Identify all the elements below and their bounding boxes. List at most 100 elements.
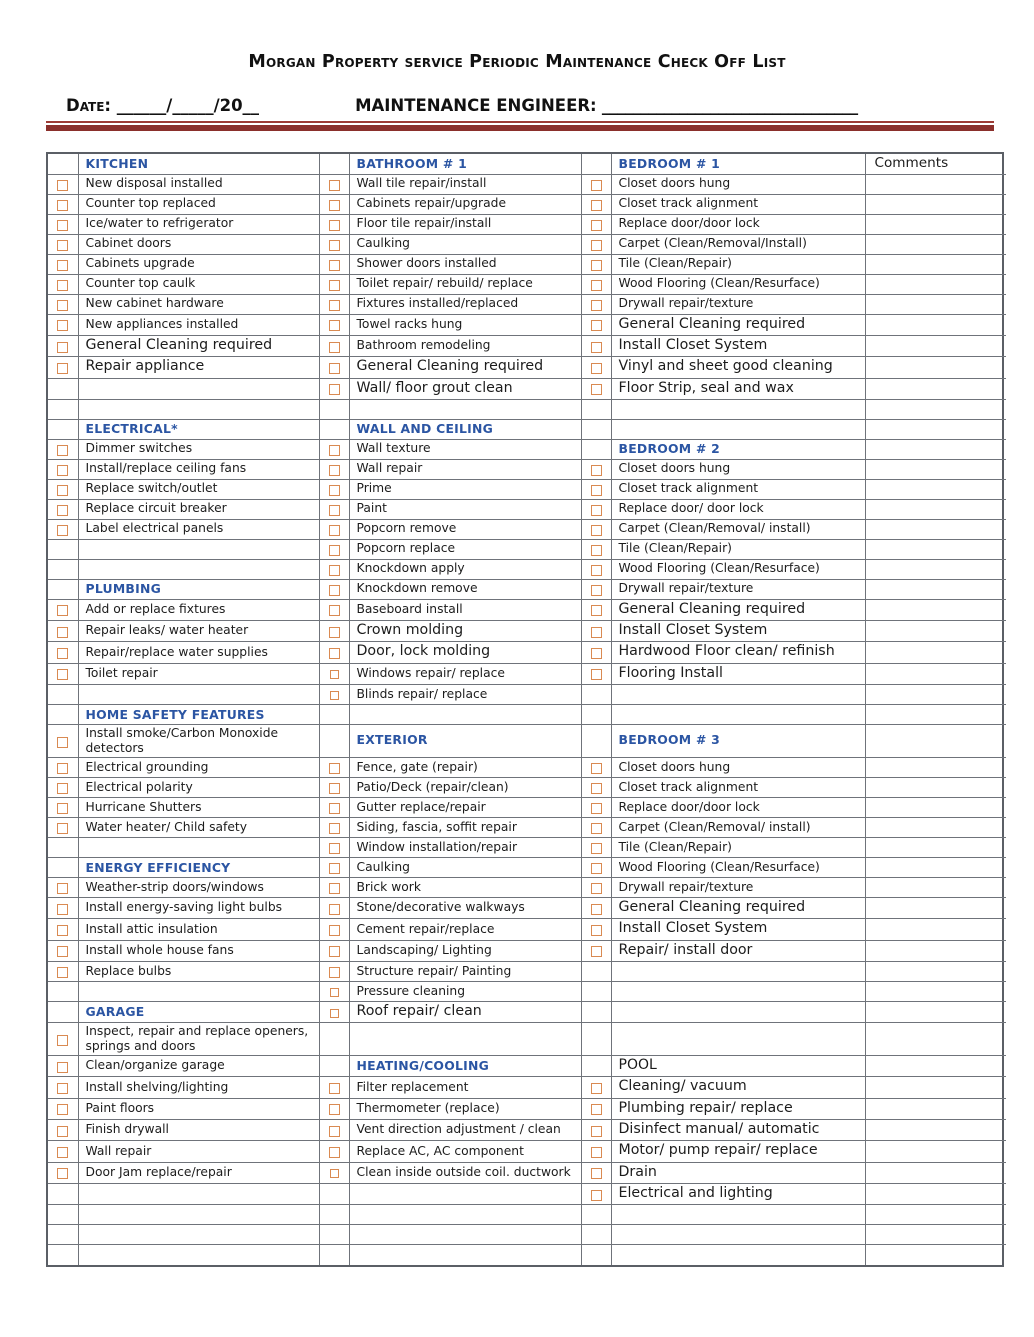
checkbox-cell[interactable] [48, 439, 79, 460]
checkbox-cell[interactable] [581, 897, 612, 920]
checkbox-cell[interactable] [581, 214, 612, 235]
checkbox-cell[interactable] [319, 940, 350, 963]
checkbox-cell[interactable] [319, 234, 350, 255]
comments-cell[interactable] [865, 777, 1006, 799]
checkbox-icon[interactable] [590, 219, 602, 231]
checkbox-icon[interactable] [328, 763, 340, 775]
checkbox-cell[interactable] [581, 641, 612, 664]
comments-cell[interactable] [865, 817, 1006, 839]
comments-cell[interactable] [865, 214, 1006, 235]
checkbox-cell[interactable] [319, 479, 350, 500]
comments-cell[interactable] [865, 335, 1006, 358]
comments-cell[interactable] [865, 918, 1006, 941]
checkbox-icon[interactable] [57, 783, 69, 795]
comments-cell[interactable] [865, 459, 1006, 480]
checkbox-cell[interactable] [48, 777, 79, 799]
checkbox-cell[interactable] [48, 499, 79, 520]
checkbox-icon[interactable] [328, 783, 340, 795]
checkbox-icon[interactable] [57, 883, 69, 895]
checkbox-icon[interactable] [328, 464, 340, 476]
checkbox-cell[interactable] [319, 684, 350, 706]
comments-cell[interactable] [865, 877, 1006, 899]
comments-cell[interactable] [865, 1055, 1006, 1078]
checkbox-icon[interactable] [590, 843, 602, 855]
checkbox-icon[interactable] [57, 179, 69, 191]
comments-cell[interactable] [865, 1022, 1006, 1057]
comments-cell[interactable] [865, 539, 1006, 560]
checkbox-cell[interactable] [48, 1076, 79, 1099]
checkbox-cell[interactable] [319, 1076, 350, 1099]
checkbox-cell[interactable] [319, 294, 350, 315]
comments-cell[interactable] [865, 519, 1006, 540]
checkbox-icon[interactable] [328, 341, 340, 353]
comments-cell[interactable] [865, 837, 1006, 859]
comments-cell[interactable] [865, 1076, 1006, 1099]
checkbox-cell[interactable] [581, 940, 612, 963]
checkbox-cell[interactable] [319, 579, 350, 600]
checkbox-icon[interactable] [328, 843, 340, 855]
checkbox-cell[interactable] [319, 459, 350, 480]
checkbox-cell[interactable] [48, 459, 79, 480]
checkbox-icon[interactable] [590, 544, 602, 556]
checkbox-icon[interactable] [328, 504, 340, 516]
checkbox-icon[interactable] [590, 320, 602, 332]
comments-cell[interactable] [865, 940, 1006, 963]
checkbox-icon[interactable] [328, 564, 340, 576]
checkbox-icon[interactable] [590, 903, 602, 915]
checkbox-icon[interactable] [57, 1034, 69, 1046]
checkbox-icon[interactable] [57, 1061, 69, 1073]
checkbox-cell[interactable] [48, 620, 79, 643]
checkbox-cell[interactable] [319, 877, 350, 899]
comments-cell[interactable] [865, 1140, 1006, 1163]
checkbox-icon[interactable] [590, 199, 602, 211]
comments-cell[interactable] [865, 314, 1006, 336]
checkbox-cell[interactable] [581, 539, 612, 560]
checkbox-cell[interactable] [581, 918, 612, 941]
checkbox-icon[interactable] [328, 259, 340, 271]
checkbox-icon[interactable] [328, 803, 340, 815]
checkbox-cell[interactable] [48, 797, 79, 819]
checkbox-icon[interactable] [328, 484, 340, 496]
comments-cell[interactable] [865, 274, 1006, 295]
checkbox-icon[interactable] [328, 626, 340, 638]
checkbox-cell[interactable] [581, 194, 612, 215]
checkbox-icon[interactable] [328, 1147, 340, 1158]
checkbox-cell[interactable] [581, 254, 612, 275]
checkbox-cell[interactable] [48, 356, 79, 379]
checkbox-cell[interactable] [48, 214, 79, 235]
checkbox-icon[interactable] [590, 279, 602, 291]
checkbox-icon[interactable] [328, 903, 340, 915]
checkbox-icon[interactable] [57, 669, 69, 681]
checkbox-icon[interactable] [590, 1147, 602, 1158]
checkbox-cell[interactable] [48, 1162, 79, 1184]
checkbox-icon[interactable] [57, 1125, 69, 1137]
comments-cell[interactable] [865, 1224, 1006, 1246]
checkbox-cell[interactable] [581, 1098, 612, 1121]
checkbox-cell[interactable] [581, 599, 612, 622]
checkbox-icon[interactable] [328, 524, 340, 536]
comments-cell[interactable] [865, 356, 1006, 379]
checkbox-icon[interactable] [57, 605, 69, 617]
checkbox-cell[interactable] [48, 1140, 79, 1163]
checkbox-cell[interactable] [48, 174, 79, 195]
checkbox-icon[interactable] [57, 444, 69, 456]
checkbox-icon[interactable] [328, 883, 340, 895]
checkbox-cell[interactable] [581, 663, 612, 686]
checkbox-cell[interactable] [581, 1183, 612, 1206]
checkbox-icon[interactable] [590, 1168, 602, 1180]
comments-cell[interactable] [865, 439, 1006, 460]
checkbox-icon[interactable] [590, 299, 602, 311]
checkbox-cell[interactable] [581, 479, 612, 500]
checkbox-cell[interactable] [581, 1162, 612, 1184]
checkbox-cell[interactable] [319, 918, 350, 941]
checkbox-cell[interactable] [319, 663, 350, 686]
checkbox-icon[interactable] [57, 1168, 69, 1180]
checkbox-cell[interactable] [581, 620, 612, 643]
checkbox-cell[interactable] [319, 1162, 350, 1184]
checkbox-icon[interactable] [590, 341, 602, 353]
checkbox-cell[interactable] [48, 519, 79, 540]
checkbox-icon[interactable] [328, 299, 340, 311]
checkbox-icon[interactable] [590, 1189, 602, 1201]
checkbox-cell[interactable] [581, 777, 612, 799]
comments-cell[interactable] [865, 399, 1006, 420]
